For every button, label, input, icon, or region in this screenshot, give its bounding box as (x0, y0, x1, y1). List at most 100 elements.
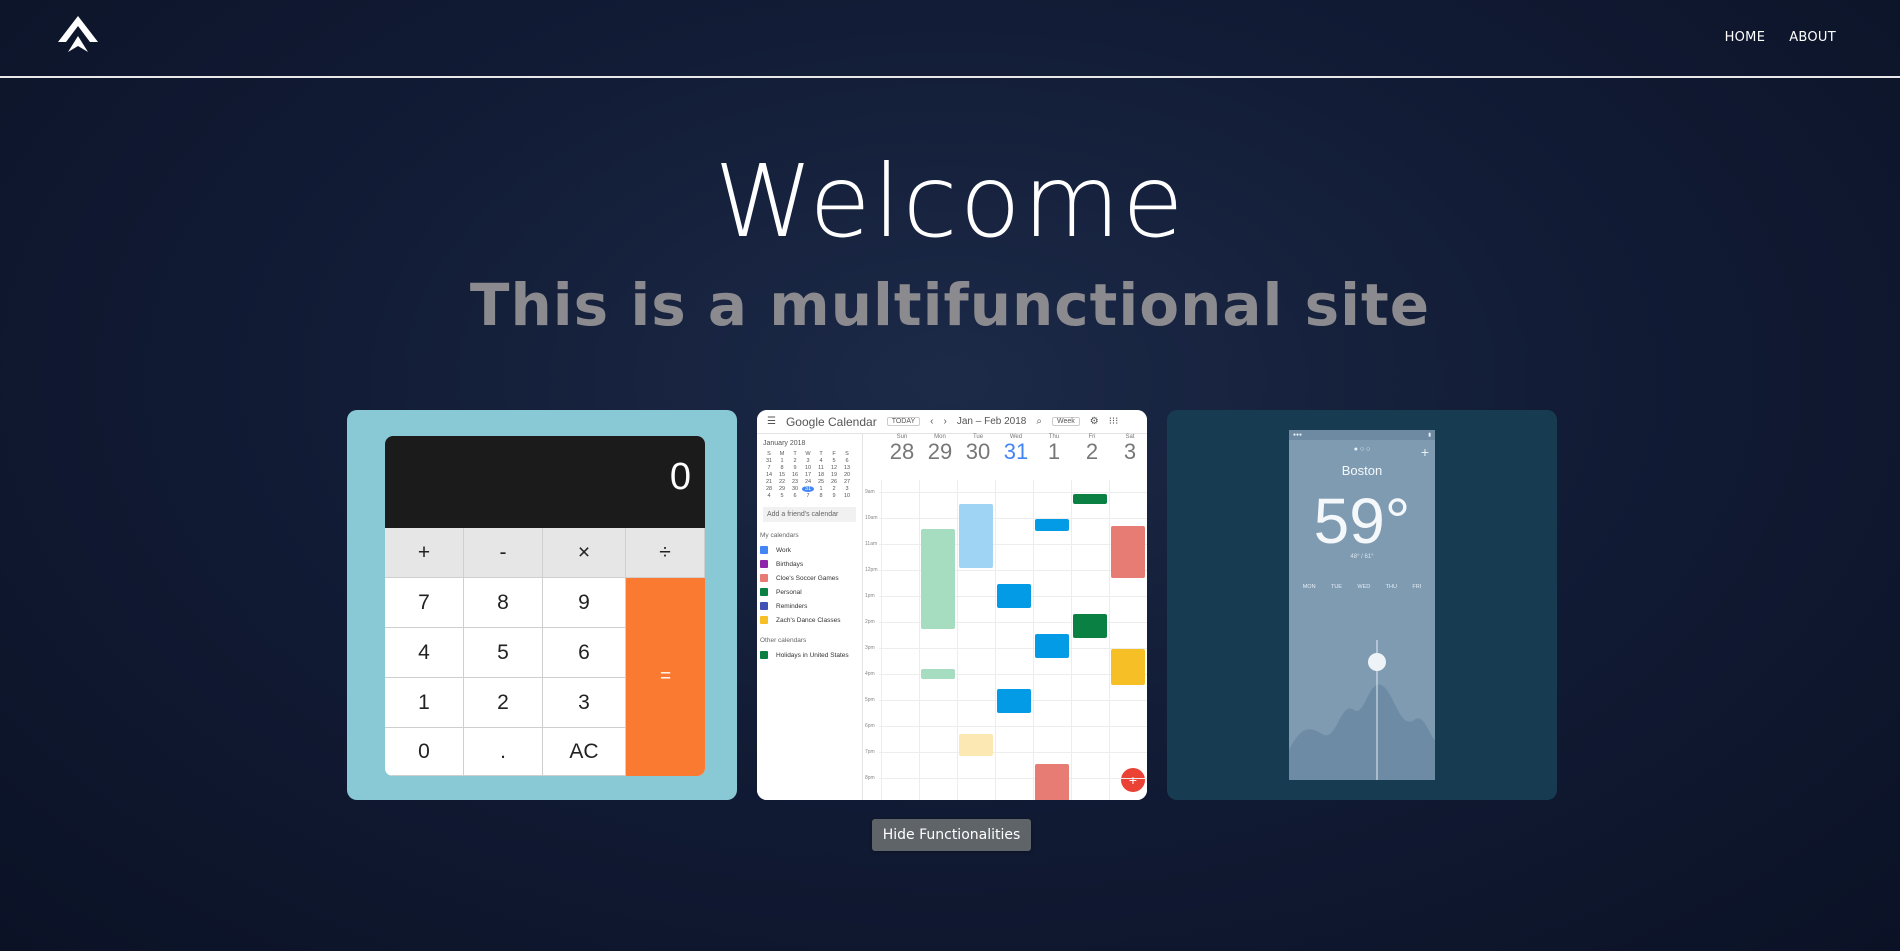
mini-day: 26 (830, 479, 838, 485)
day-number: 31 (1003, 439, 1029, 464)
mini-day: 9 (793, 465, 797, 471)
calendar-preview: ☰ Google Calendar TODAY ‹ › Jan – Feb 20… (757, 410, 1147, 800)
my-calendars-label: My calendars (760, 532, 799, 539)
day-number: 29 (927, 439, 953, 464)
mini-day: 21 (765, 479, 773, 485)
calc-digit-button: 1 (385, 678, 464, 728)
day-number: 30 (965, 439, 991, 464)
weather-day: THU (1385, 584, 1397, 590)
calendar-list-item: Personal (757, 585, 862, 599)
mini-day: 10 (843, 493, 851, 499)
grid-divider (879, 674, 1147, 675)
mini-day: 7 (806, 493, 810, 499)
gear-icon: ⚙ (1089, 416, 1099, 427)
calendar-list-label: Zach's Dance Classes (776, 616, 841, 624)
mini-day: 2 (832, 486, 836, 492)
page-dots-icon: ● ○ ○ (1353, 446, 1371, 453)
calculator-keypad: + - × ÷ 7 8 9 = 4 5 6 1 2 3 0 . AC (385, 528, 705, 776)
time-label: 8pm (865, 775, 875, 781)
weather-temperature: 59° (1313, 485, 1411, 557)
calc-digit-button: 6 (543, 628, 626, 678)
time-label: 5pm (865, 697, 875, 703)
calc-clear-button: AC (543, 728, 626, 776)
mini-day: 28 (765, 486, 773, 492)
day-number: 1 (1047, 439, 1061, 464)
calendar-event (1035, 634, 1069, 658)
checkbox-icon (760, 588, 768, 596)
mini-day: 13 (843, 465, 851, 471)
weather-card[interactable]: ●●● ▮ ● ○ ○ + Boston 59° 48° / 61° MON TUE… (1167, 410, 1557, 800)
grid-divider (879, 518, 1147, 519)
checkbox-icon (760, 560, 768, 568)
grid-divider (879, 492, 1147, 493)
calc-decimal-button: . (464, 728, 543, 776)
mini-day: 1 (819, 486, 823, 492)
weather-day: TUE (1330, 584, 1342, 590)
mini-day: 20 (843, 472, 851, 478)
calendar-list-item: Zach's Dance Classes (757, 613, 862, 627)
other-calendars-list: Holidays in United States (757, 648, 862, 662)
calendar-brand: Google Calendar (785, 414, 877, 429)
time-label: 9am (865, 489, 875, 495)
mini-day: 7 (767, 465, 771, 471)
calc-minus-button: - (464, 528, 543, 578)
calendar-event (921, 529, 955, 629)
calc-digit-button: 2 (464, 678, 543, 728)
chevron-left-icon: ‹ (930, 416, 934, 427)
mini-day: 22 (778, 479, 786, 485)
calculator-card[interactable]: 0 + - × ÷ 7 8 9 = 4 5 6 1 2 3 0 . AC (347, 410, 737, 800)
calendar-event (997, 689, 1031, 713)
today-pill: TODAY (886, 417, 921, 426)
calendar-list-item: Cloe's Soccer Games (757, 571, 862, 585)
add-event-icon: + (1121, 768, 1145, 792)
mini-day: 15 (778, 472, 786, 478)
calendar-event (959, 734, 993, 756)
calc-divide-button: ÷ (626, 528, 705, 578)
phone-status-bar: ●●● ▮ (1289, 430, 1435, 440)
grid-divider (879, 778, 1147, 779)
weather-graph (1289, 640, 1435, 780)
mini-weekday: S (767, 451, 771, 457)
mini-day: 12 (830, 465, 838, 471)
view-select: Week (1051, 417, 1080, 426)
mini-day: 6 (793, 493, 797, 499)
calendar-event (959, 504, 993, 568)
day-number: 3 (1123, 439, 1137, 464)
calendar-card[interactable]: ☰ Google Calendar TODAY ‹ › Jan – Feb 20… (757, 410, 1147, 800)
calc-digit-button: 5 (464, 628, 543, 678)
mini-day: 3 (845, 486, 849, 492)
other-calendars-label: Other calendars (760, 637, 807, 644)
mini-weekday: T (793, 451, 797, 457)
time-label: 11am (865, 541, 878, 547)
hide-functionalities-button[interactable]: Hide Functionalities (872, 819, 1031, 851)
calendar-event (1073, 614, 1107, 638)
mini-day: 11 (818, 465, 824, 471)
time-label: 6pm (865, 723, 875, 729)
calendar-toolbar: ☰ Google Calendar TODAY ‹ › Jan – Feb 20… (757, 410, 1147, 434)
grid-divider (879, 752, 1147, 753)
mini-day: 9 (832, 493, 836, 499)
day-header: Tue 30 (959, 434, 997, 480)
calendar-list-label: Birthdays (776, 560, 804, 568)
triangle-logo-icon[interactable] (56, 14, 100, 56)
day-header: Mon 29 (921, 434, 959, 480)
add-friend-input: Add a friend's calendar (763, 507, 856, 522)
time-label: 4pm (865, 671, 875, 677)
mini-day: 14 (765, 472, 773, 478)
calc-digit-button: 9 (543, 578, 626, 628)
mini-weekday: W (805, 451, 811, 457)
nav-about-link[interactable]: ABOUT (1789, 30, 1836, 45)
nav-home-link[interactable]: HOME (1725, 30, 1766, 45)
search-icon: ⌕ (1036, 416, 1042, 427)
checkbox-icon (760, 546, 768, 554)
calendar-list-item: Reminders (757, 599, 862, 613)
mini-day: 23 (791, 479, 799, 485)
calendar-list-item: Work (757, 543, 862, 557)
navbar: HOME ABOUT (0, 0, 1900, 78)
checkbox-icon (760, 651, 768, 659)
calendar-event (921, 669, 955, 679)
calendar-list-label: Reminders (776, 602, 808, 610)
day-number: 28 (889, 439, 915, 464)
grid-divider (879, 726, 1147, 727)
calendar-week-grid: + Sun 28 Mon 29 Tue 30 Wed 31 Thu 1 Fri 2 Sat 3 9am 10a… (863, 434, 1147, 800)
